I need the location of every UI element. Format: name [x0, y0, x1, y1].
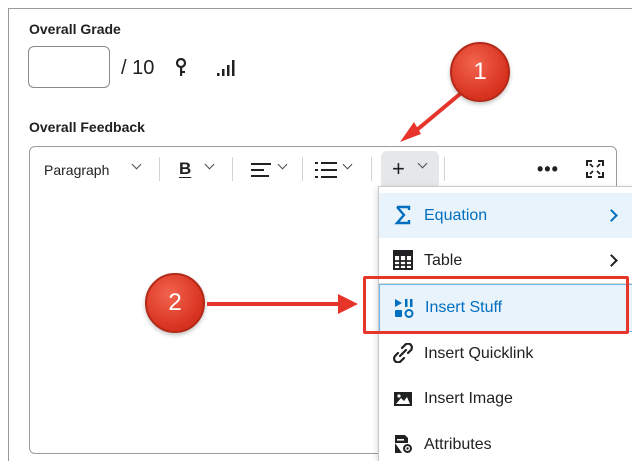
arrow-to-insert-button — [410, 92, 462, 136]
arrowhead-icon — [400, 122, 421, 142]
step-callout-1: 1 — [450, 42, 510, 102]
annotation-arrows — [207, 92, 462, 314]
arrowhead-icon — [338, 294, 358, 314]
step-callout-2: 2 — [145, 273, 205, 333]
